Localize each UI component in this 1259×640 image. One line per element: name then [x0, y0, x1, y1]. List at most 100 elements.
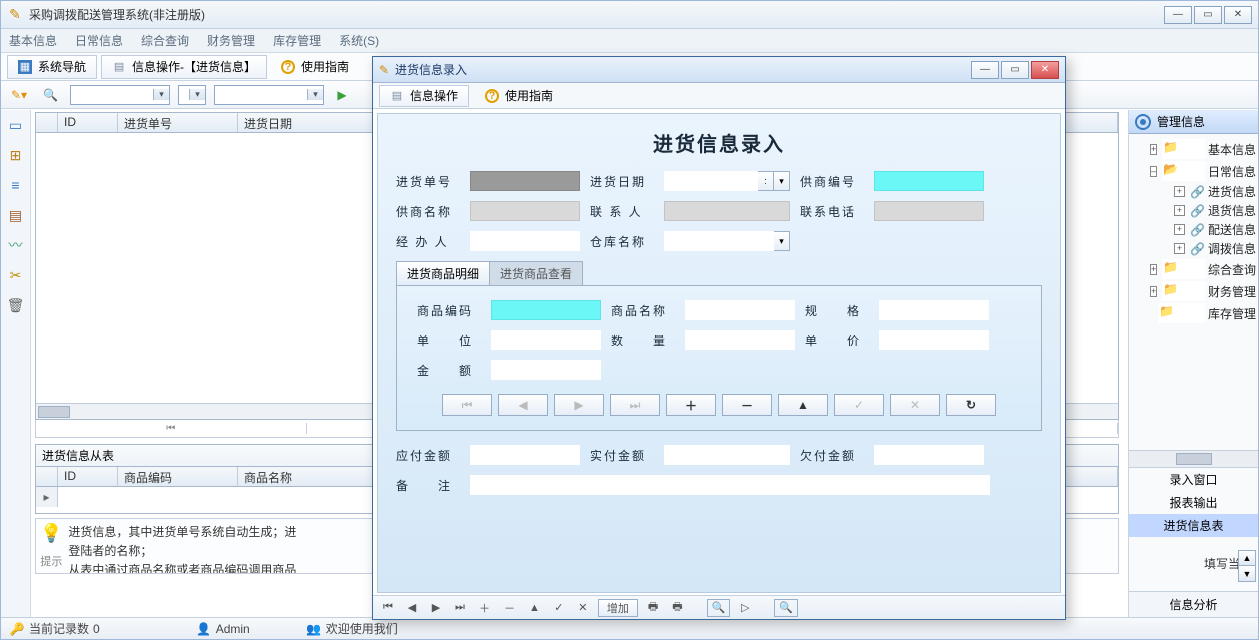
close-button[interactable]: ✕	[1224, 6, 1252, 24]
field-qty[interactable]	[685, 330, 795, 350]
bnav-prev[interactable]: ◀	[403, 599, 421, 617]
field-operator[interactable]	[470, 231, 580, 251]
tree-icon[interactable]: ⊞	[7, 146, 25, 164]
field-orderdate[interactable]: : ▾	[664, 171, 790, 191]
tab-system-nav[interactable]: ▦ 系统导航	[7, 55, 97, 79]
tree-delivery[interactable]: +🔗配送信息	[1171, 220, 1256, 239]
tree-query[interactable]: +📁综合查询	[1147, 258, 1256, 280]
play-icon[interactable]: ▶	[332, 85, 352, 105]
right-h-scrollbar[interactable]	[1129, 450, 1258, 468]
tree-daily[interactable]: –📂日常信息	[1147, 160, 1256, 182]
print-preview-icon[interactable]: 🖶	[668, 599, 686, 617]
expand-icon[interactable]: +	[1150, 264, 1157, 275]
field-paid[interactable]	[664, 445, 790, 465]
collapse-icon[interactable]: –	[1150, 166, 1157, 177]
col2-code[interactable]: 商品编码	[118, 467, 238, 486]
field-debt[interactable]	[874, 445, 984, 465]
tab-help[interactable]: ? 使用指南	[271, 55, 359, 79]
card-icon[interactable]: ▭	[7, 116, 25, 134]
tree-stock[interactable]: 📁库存管理	[1147, 302, 1256, 324]
combo-1[interactable]: ▾	[70, 85, 170, 105]
field-spec[interactable]	[879, 300, 989, 320]
expand-icon[interactable]: +	[1150, 144, 1157, 155]
search-icon[interactable]: 🔍	[39, 85, 62, 105]
field-warehouse[interactable]: ▾	[664, 231, 790, 251]
bnav-next[interactable]: ▶	[427, 599, 445, 617]
tab-detail[interactable]: 进货商品明细	[396, 261, 490, 285]
expand-icon[interactable]: +	[1150, 286, 1157, 297]
field-unit[interactable]	[491, 330, 601, 350]
tab-view[interactable]: 进货商品查看	[489, 261, 583, 285]
tree-basic[interactable]: +📁基本信息	[1147, 138, 1256, 160]
detail-nav-remove[interactable]: －	[722, 394, 772, 416]
field-supplierno[interactable]	[874, 171, 984, 191]
detail-nav-next[interactable]: ▶	[554, 394, 604, 416]
combo-3[interactable]: ▾	[214, 85, 324, 105]
date-sep-icon[interactable]: :	[758, 171, 774, 191]
dialog-close-button[interactable]: ✕	[1031, 61, 1059, 79]
tag-icon[interactable]: ✂	[7, 266, 25, 284]
tree-purchase[interactable]: +🔗进货信息	[1171, 182, 1256, 201]
field-price[interactable]	[879, 330, 989, 350]
tree-return[interactable]: +🔗退货信息	[1171, 201, 1256, 220]
find-icon[interactable]: 🔍	[774, 599, 798, 617]
bnav-edit[interactable]: ▲	[525, 599, 544, 617]
col-id[interactable]: ID	[58, 113, 118, 132]
menu-system[interactable]: 系统(S)	[339, 32, 379, 49]
menu-finance[interactable]: 财务管理	[207, 32, 255, 49]
bnav-last[interactable]: ⏭	[451, 599, 469, 617]
right-v-scrollbar[interactable]: ▲ ▼	[1238, 550, 1256, 582]
bnav-add[interactable]: ＋	[475, 599, 494, 617]
expand-icon[interactable]: +	[1174, 186, 1185, 197]
detail-nav-edit[interactable]: ▲	[778, 394, 828, 416]
expand-icon[interactable]: +	[1174, 224, 1185, 235]
detail-nav-last[interactable]: ⏭	[610, 394, 660, 416]
detail-nav-first[interactable]: ⏮	[442, 394, 492, 416]
export-icon[interactable]: ▷	[736, 599, 754, 617]
detail-nav-refresh[interactable]: ↻	[946, 394, 996, 416]
dialog-tab-help[interactable]: ? 使用指南	[475, 85, 563, 107]
field-prodcode[interactable]	[491, 300, 601, 320]
col-orderno[interactable]: 进货单号	[118, 113, 238, 132]
bnav-first[interactable]: ⏮	[379, 599, 397, 617]
menu-query[interactable]: 综合查询	[141, 32, 189, 49]
detail-nav-ok[interactable]: ✓	[834, 394, 884, 416]
menu-daily[interactable]: 日常信息	[75, 32, 123, 49]
maximize-button[interactable]: ▭	[1194, 6, 1222, 24]
tree-transfer[interactable]: +🔗调拨信息	[1171, 239, 1256, 258]
bnav-remove[interactable]: －	[500, 599, 519, 617]
col2-id[interactable]: ID	[58, 467, 118, 486]
list-report[interactable]: 报表输出	[1129, 491, 1258, 514]
field-remark[interactable]	[470, 475, 990, 495]
dialog-minimize-button[interactable]: —	[971, 61, 999, 79]
edit-icon[interactable]: ✎▾	[7, 85, 31, 105]
detail-nav-add[interactable]: ＋	[666, 394, 716, 416]
chart-icon[interactable]: 〰	[7, 236, 25, 254]
trash-icon[interactable]: 🗑	[7, 296, 25, 314]
field-prodname[interactable]	[685, 300, 795, 320]
bnav-ok[interactable]: ✓	[550, 599, 568, 617]
dialog-maximize-button[interactable]: ▭	[1001, 61, 1029, 79]
list-purchase-table[interactable]: 进货信息表	[1129, 514, 1258, 537]
chevron-down-icon[interactable]: ▾	[774, 171, 790, 191]
chevron-down-icon[interactable]: ▾	[774, 231, 790, 251]
bnav-cancel[interactable]: ✕	[574, 599, 592, 617]
right-panel-footer[interactable]: 信息分析	[1129, 591, 1258, 617]
book-icon[interactable]: ▤	[7, 206, 25, 224]
expand-icon[interactable]: +	[1174, 205, 1185, 216]
detail-nav-cancel[interactable]: ✕	[890, 394, 940, 416]
nav-first[interactable]: ⏮	[36, 423, 307, 434]
list-entry-window[interactable]: 录入窗口	[1129, 468, 1258, 491]
detail-nav-prev[interactable]: ◀	[498, 394, 548, 416]
tab-info-op[interactable]: ▤ 信息操作-【进货信息】	[101, 55, 267, 79]
minimize-button[interactable]: —	[1164, 6, 1192, 24]
tree-finance[interactable]: +📁财务管理	[1147, 280, 1256, 302]
menu-stock[interactable]: 库存管理	[273, 32, 321, 49]
dialog-tab-info-op[interactable]: ▤ 信息操作	[379, 85, 469, 107]
field-amount[interactable]	[491, 360, 601, 380]
list-icon[interactable]: ≡	[7, 176, 25, 194]
print-icon[interactable]: 🖶	[644, 599, 662, 617]
field-due[interactable]	[470, 445, 580, 465]
menu-basic[interactable]: 基本信息	[9, 32, 57, 49]
expand-icon[interactable]: +	[1174, 243, 1185, 254]
